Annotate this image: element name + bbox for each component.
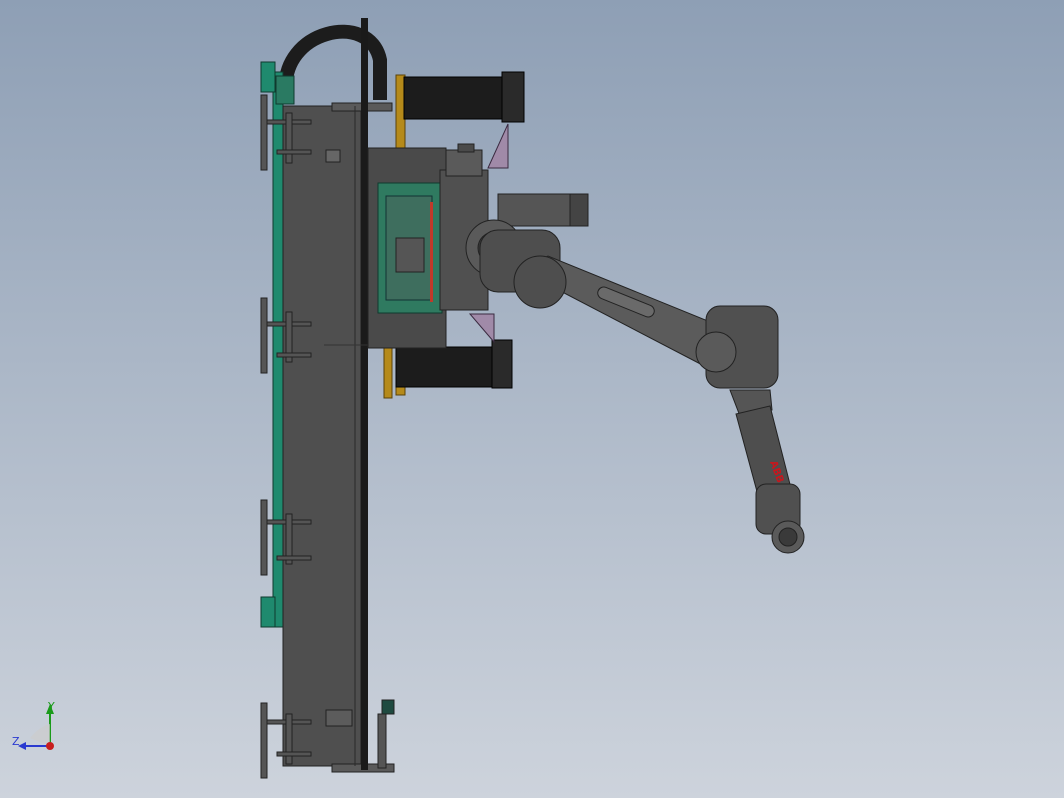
x-axis-dot <box>46 742 54 750</box>
red-strip <box>430 202 433 302</box>
rail-top-block <box>275 75 295 105</box>
axis-motor-cap <box>569 193 589 227</box>
robot-base-cap <box>457 143 475 153</box>
mount-motor <box>395 237 425 273</box>
rail-end-cap-bottom <box>260 596 276 628</box>
viewport-background <box>0 0 1064 798</box>
cad-viewport[interactable]: ABB Y Z <box>0 0 1064 798</box>
cad-canvas[interactable]: ABB Y Z <box>0 0 1064 798</box>
green-rail <box>272 71 284 628</box>
elbow-joint <box>695 331 737 373</box>
beam-label-plate <box>325 709 353 727</box>
beam-connector-box <box>325 149 341 163</box>
main-beam <box>282 105 362 767</box>
dark-track <box>361 18 368 770</box>
robot-base-top <box>445 149 483 177</box>
z-axis-label: Z <box>12 735 20 748</box>
upper-arm-root <box>513 255 567 309</box>
beam-foot-leg <box>377 713 387 769</box>
beam-foot-post <box>381 699 395 715</box>
upper-drum-flange <box>501 71 525 123</box>
lower-drum-flange <box>491 339 513 389</box>
y-axis-label: Y <box>47 700 55 713</box>
wrist-flange <box>778 527 798 547</box>
rail-end-cap-top <box>260 61 276 93</box>
